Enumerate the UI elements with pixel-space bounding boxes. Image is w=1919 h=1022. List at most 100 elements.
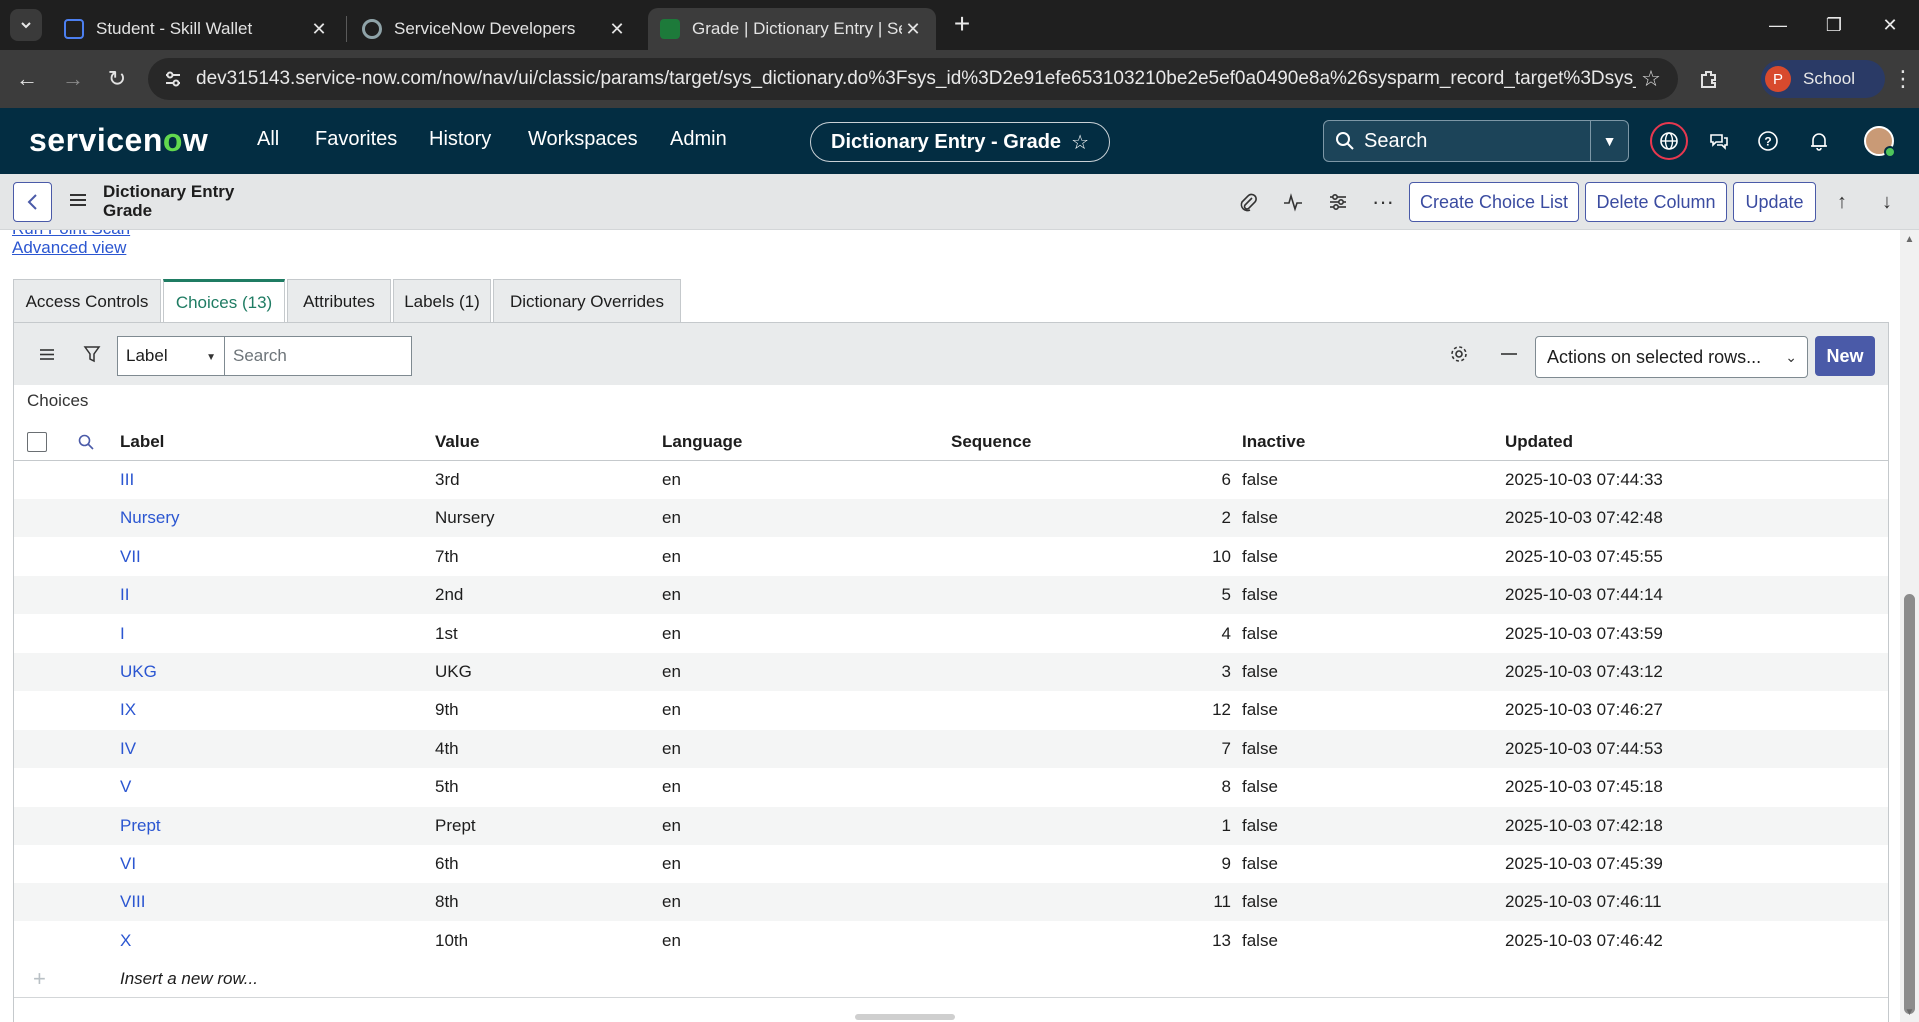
search-icon[interactable] xyxy=(75,431,97,453)
nav-workspaces[interactable]: Workspaces xyxy=(528,128,638,151)
list-settings-gear-icon[interactable] xyxy=(1448,343,1470,365)
table-row[interactable]: VIII 8th en 11 false 2025-10-03 07:46:11 xyxy=(14,883,1888,922)
activity-stream-icon[interactable] xyxy=(1281,190,1305,214)
column-header-sequence[interactable]: Sequence xyxy=(951,432,1031,452)
table-row[interactable]: IX 9th en 12 false 2025-10-03 07:46:27 xyxy=(14,691,1888,729)
table-row[interactable]: Nursery Nursery en 2 false 2025-10-03 07:42:4… xyxy=(14,499,1888,538)
create-choice-list-button[interactable]: Create Choice List xyxy=(1409,182,1579,222)
back-arrow-icon[interactable]: ← xyxy=(10,62,44,96)
cell-label[interactable]: V xyxy=(120,777,131,797)
vertical-scrollbar[interactable]: ▲ ▼ xyxy=(1900,230,1919,1022)
tab-dictionary-overrides[interactable]: Dictionary Overrides xyxy=(493,279,681,323)
new-button[interactable]: New xyxy=(1815,336,1875,376)
forward-arrow-icon[interactable]: → xyxy=(56,62,90,96)
list-context-menu-icon[interactable] xyxy=(36,343,58,365)
table-row[interactable]: I 1st en 4 false 2025-10-03 07:43:59 xyxy=(14,615,1888,653)
cell-label[interactable]: UKG xyxy=(120,662,157,682)
scroll-up-arrow-icon[interactable]: ▲ xyxy=(1904,234,1915,245)
global-search[interactable]: Search ▼ xyxy=(1323,120,1629,162)
nav-favorites[interactable]: Favorites xyxy=(315,128,397,151)
context-title-pill[interactable]: Dictionary Entry - Grade ☆ xyxy=(810,122,1110,162)
chat-icon[interactable] xyxy=(1706,128,1732,154)
search-input[interactable]: Search xyxy=(1364,130,1590,153)
avatar[interactable] xyxy=(1864,126,1896,158)
collapse-list-icon[interactable] xyxy=(1498,343,1520,365)
select-all-checkbox[interactable] xyxy=(27,432,47,452)
address-bar[interactable]: dev315143.service-now.com/now/nav/ui/cla… xyxy=(148,58,1678,100)
site-settings-icon[interactable] xyxy=(162,68,184,90)
personalize-form-icon[interactable] xyxy=(1326,190,1350,214)
nav-admin[interactable]: Admin xyxy=(670,128,727,151)
back-button[interactable] xyxy=(13,182,52,222)
horizontal-scrollbar-thumb[interactable] xyxy=(855,1014,955,1020)
bookmark-star-icon[interactable]: ☆ xyxy=(1636,64,1666,94)
cell-label[interactable]: Prept xyxy=(120,816,161,836)
insert-row-text[interactable]: Insert a new row... xyxy=(120,969,258,989)
table-row[interactable]: VII 7th en 10 false 2025-10-03 07:45:55 xyxy=(14,538,1888,576)
column-header-value[interactable]: Value xyxy=(435,432,479,452)
browser-tab-grade-dictionary-entry[interactable]: Grade | Dictionary Entry | ServiceNow ✕ xyxy=(648,8,936,50)
cell-label[interactable]: I xyxy=(120,624,125,644)
previous-record-arrow-icon[interactable]: ↑ xyxy=(1830,190,1854,214)
bell-icon[interactable] xyxy=(1806,128,1832,154)
reload-icon[interactable]: ↻ xyxy=(100,62,134,96)
advanced-view-link[interactable]: Advanced view xyxy=(12,238,126,258)
cell-label[interactable]: II xyxy=(120,585,129,605)
cell-label[interactable]: Nursery xyxy=(120,508,180,528)
more-options-icon[interactable]: ··· xyxy=(1371,189,1395,214)
cell-label[interactable]: VII xyxy=(120,547,141,567)
table-row[interactable]: III 3rd en 6 false 2025-10-03 07:44:33 xyxy=(14,461,1888,499)
table-row[interactable]: Prept Prept en 1 false 2025-10-03 07:42:18 xyxy=(14,806,1888,845)
tab-labels[interactable]: Labels (1) xyxy=(393,279,491,323)
column-header-updated[interactable]: Updated xyxy=(1505,432,1573,452)
close-icon[interactable]: ✕ xyxy=(606,18,628,40)
browser-menu-icon[interactable]: ⋮ xyxy=(1892,64,1914,94)
cell-label[interactable]: VI xyxy=(120,854,136,874)
column-header-inactive[interactable]: Inactive xyxy=(1242,432,1305,452)
close-icon[interactable]: ✕ xyxy=(308,18,330,40)
cell-label[interactable]: IX xyxy=(120,700,136,720)
favorite-star-icon[interactable]: ☆ xyxy=(1071,130,1089,155)
table-row[interactable]: IV 4th en 7 false 2025-10-03 07:44:53 xyxy=(14,729,1888,768)
tab-choices[interactable]: Choices (13) xyxy=(163,279,285,323)
search-field-select[interactable]: Label ▼ xyxy=(117,336,225,376)
update-button[interactable]: Update xyxy=(1733,182,1816,222)
table-row[interactable]: V 5th en 8 false 2025-10-03 07:45:18 xyxy=(14,768,1888,806)
scrollbar-thumb[interactable] xyxy=(1904,594,1915,1014)
help-icon[interactable]: ? xyxy=(1755,128,1781,154)
profile-button[interactable]: P School xyxy=(1761,60,1885,98)
nav-history[interactable]: History xyxy=(429,128,491,151)
globe-icon[interactable] xyxy=(1650,122,1688,160)
actions-on-selected-rows-select[interactable]: Actions on selected rows... ⌄ xyxy=(1535,336,1808,378)
cell-label[interactable]: III xyxy=(120,470,134,490)
filter-icon[interactable] xyxy=(81,343,103,365)
chevron-down-icon[interactable]: ▼ xyxy=(1590,121,1628,161)
url-text[interactable]: dev315143.service-now.com/now/nav/ui/cla… xyxy=(196,68,1636,90)
browser-tab-skill-wallet[interactable]: Student - Skill Wallet ✕ xyxy=(52,8,342,50)
list-search-input[interactable]: Search xyxy=(225,336,412,376)
column-header-label[interactable]: Label xyxy=(120,432,164,452)
cell-label[interactable]: IV xyxy=(120,739,136,759)
tab-access-controls[interactable]: Access Controls xyxy=(13,279,161,323)
tab-search-dropdown-icon[interactable] xyxy=(10,9,42,41)
delete-column-button[interactable]: Delete Column xyxy=(1585,182,1727,222)
restore-icon[interactable]: ❐ xyxy=(1806,0,1862,50)
attachment-icon[interactable] xyxy=(1236,190,1260,214)
new-tab-button[interactable]: + xyxy=(947,10,977,40)
scroll-down-arrow-icon[interactable]: ▼ xyxy=(1904,1007,1915,1018)
cell-label[interactable]: VIII xyxy=(120,892,146,912)
cell-label[interactable]: X xyxy=(120,931,131,951)
close-icon[interactable]: ✕ xyxy=(902,18,924,40)
close-window-icon[interactable]: ✕ xyxy=(1862,0,1918,50)
insert-new-row[interactable]: + Insert a new row... xyxy=(14,960,1888,999)
table-row[interactable]: VI 6th en 9 false 2025-10-03 07:45:39 xyxy=(14,845,1888,883)
minimize-icon[interactable]: — xyxy=(1750,0,1806,50)
extensions-icon[interactable] xyxy=(1694,64,1724,94)
column-header-language[interactable]: Language xyxy=(662,432,742,452)
next-record-arrow-icon[interactable]: ↓ xyxy=(1875,190,1899,214)
table-row[interactable]: II 2nd en 5 false 2025-10-03 07:44:14 xyxy=(14,576,1888,615)
table-row[interactable]: X 10th en 13 false 2025-10-03 07:46:42 xyxy=(14,922,1888,960)
servicenow-logo[interactable]: servicenow xyxy=(29,122,208,159)
form-context-menu-icon[interactable] xyxy=(68,190,88,210)
browser-tab-servicenow-developers[interactable]: ServiceNow Developers ✕ xyxy=(350,8,640,50)
